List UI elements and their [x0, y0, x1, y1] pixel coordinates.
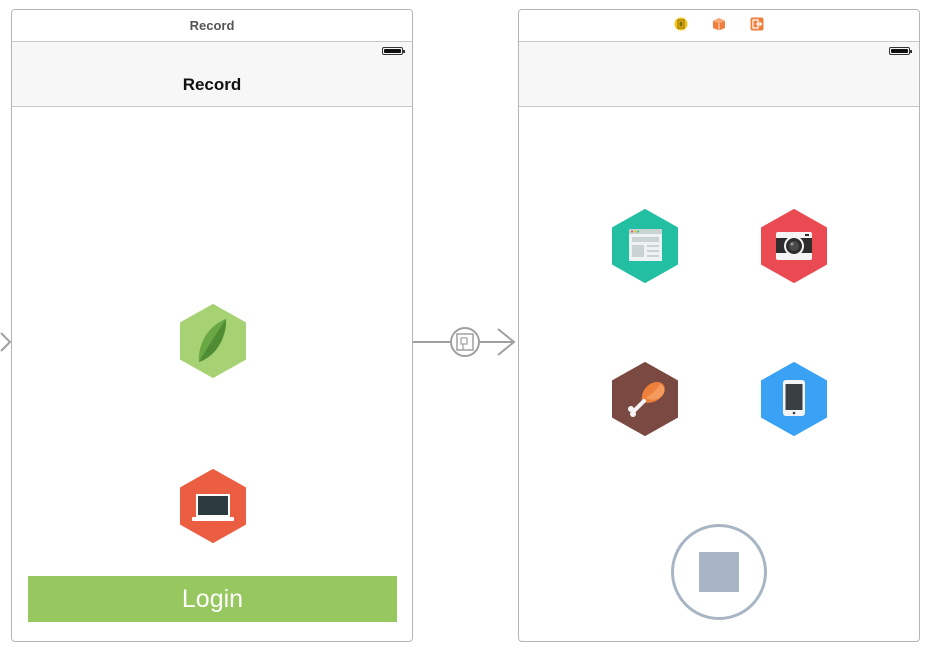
player-scene[interactable] — [518, 9, 920, 642]
segue-icon[interactable] — [413, 320, 518, 364]
battery-icon — [382, 47, 405, 55]
navigation-bar — [519, 42, 919, 107]
browser-icon[interactable] — [612, 209, 678, 283]
leaf-icon[interactable] — [180, 304, 246, 378]
tablet-icon[interactable] — [761, 362, 827, 436]
nav-title: Record — [182, 75, 242, 94]
scene-dock-icons — [519, 17, 919, 31]
first-responder-icon[interactable] — [712, 17, 726, 31]
navigation-bar: Record — [12, 42, 412, 107]
view-controller-icon[interactable] — [674, 17, 688, 31]
laptop-icon[interactable] — [180, 469, 246, 543]
camera-icon[interactable] — [761, 209, 827, 283]
battery-icon — [889, 47, 912, 55]
record-scene[interactable]: Record Record Login — [11, 9, 413, 642]
scene-dock-title: Record — [189, 18, 235, 33]
chicken-leg-icon[interactable] — [612, 362, 678, 436]
scene-dock — [519, 10, 919, 42]
scene-dock: Record — [12, 10, 412, 42]
stop-button[interactable] — [671, 524, 767, 620]
login-button[interactable]: Login — [28, 576, 397, 622]
stop-icon — [699, 552, 739, 592]
exit-icon[interactable] — [750, 17, 764, 31]
